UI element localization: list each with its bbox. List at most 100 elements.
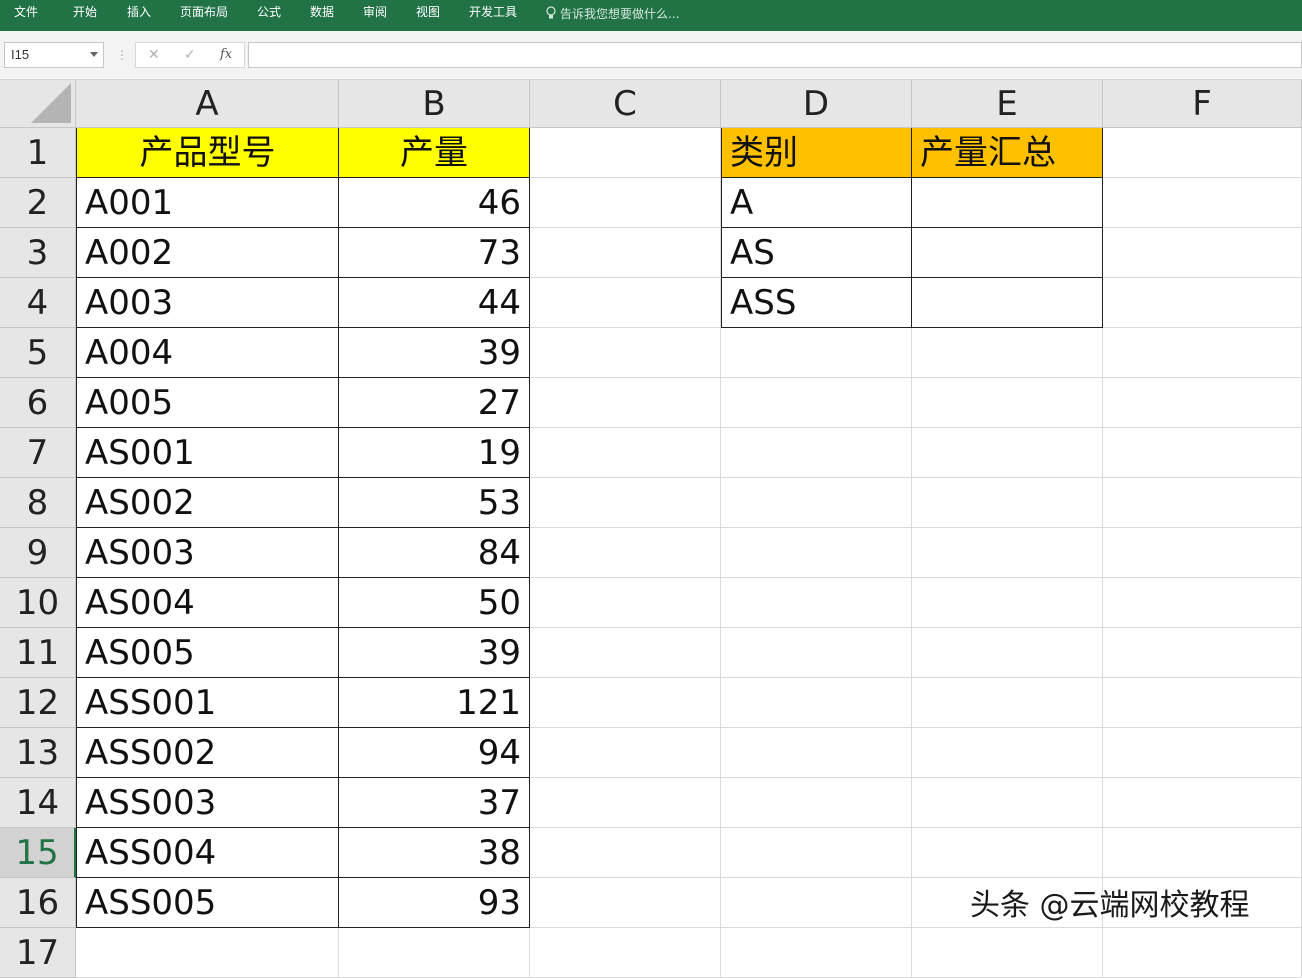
summary-header-total[interactable]: 产量汇总 — [912, 128, 1103, 178]
column-header-b[interactable]: B — [339, 80, 530, 128]
summary-header-category[interactable]: 类别 — [721, 128, 912, 178]
cell-f1[interactable] — [1103, 128, 1302, 178]
cell-c11[interactable] — [530, 628, 721, 678]
cell-d8[interactable] — [721, 478, 912, 528]
row-header-8[interactable]: 8 — [0, 478, 76, 528]
cell-f11[interactable] — [1103, 628, 1302, 678]
tab-formulas[interactable]: 公式 — [257, 5, 281, 19]
tab-file[interactable]: 文件 — [14, 5, 38, 19]
total-cell[interactable] — [912, 278, 1103, 328]
row-header-10[interactable]: 10 — [0, 578, 76, 628]
output-cell[interactable]: 39 — [339, 328, 530, 378]
output-cell[interactable]: 121 — [339, 678, 530, 728]
name-box[interactable]: I15 — [4, 42, 104, 68]
cell-f3[interactable] — [1103, 228, 1302, 278]
row-header-1[interactable]: 1 — [0, 128, 76, 178]
total-cell[interactable] — [912, 178, 1103, 228]
model-cell[interactable]: AS003 — [76, 528, 339, 578]
cell-c10[interactable] — [530, 578, 721, 628]
cell-f8[interactable] — [1103, 478, 1302, 528]
tab-developer[interactable]: 开发工具 — [469, 5, 517, 19]
cell-c8[interactable] — [530, 478, 721, 528]
model-cell[interactable]: A003 — [76, 278, 339, 328]
category-cell[interactable]: ASS — [721, 278, 912, 328]
tell-me-box[interactable]: 告诉我您想要做什么... — [545, 5, 679, 22]
row-header-17[interactable]: 17 — [0, 928, 76, 978]
cell-a17[interactable] — [76, 928, 339, 978]
row-header-16[interactable]: 16 — [0, 878, 76, 928]
cell-e5[interactable] — [912, 328, 1103, 378]
row-header-11[interactable]: 11 — [0, 628, 76, 678]
column-header-d[interactable]: D — [721, 80, 912, 128]
output-cell[interactable]: 53 — [339, 478, 530, 528]
category-cell[interactable]: AS — [721, 228, 912, 278]
cell-e17[interactable] — [912, 928, 1103, 978]
cell-d5[interactable] — [721, 328, 912, 378]
tab-review[interactable]: 审阅 — [363, 5, 387, 19]
model-cell[interactable]: ASS004 — [76, 828, 339, 878]
model-cell[interactable]: ASS001 — [76, 678, 339, 728]
cell-c4[interactable] — [530, 278, 721, 328]
output-cell[interactable]: 73 — [339, 228, 530, 278]
drag-handle-icon[interactable]: ⋮ — [116, 47, 128, 63]
column-header-c[interactable]: C — [530, 80, 721, 128]
cell-c12[interactable] — [530, 678, 721, 728]
cell-e15[interactable] — [912, 828, 1103, 878]
cell-e7[interactable] — [912, 428, 1103, 478]
model-cell[interactable]: A001 — [76, 178, 339, 228]
cell-f7[interactable] — [1103, 428, 1302, 478]
row-header-3[interactable]: 3 — [0, 228, 76, 278]
cell-c1[interactable] — [530, 128, 721, 178]
cell-e10[interactable] — [912, 578, 1103, 628]
column-header-a[interactable]: A — [76, 80, 339, 128]
output-cell[interactable]: 46 — [339, 178, 530, 228]
tab-insert[interactable]: 插入 — [127, 5, 151, 19]
cell-f9[interactable] — [1103, 528, 1302, 578]
cell-e13[interactable] — [912, 728, 1103, 778]
cell-e8[interactable] — [912, 478, 1103, 528]
column-header-f[interactable]: F — [1103, 80, 1302, 128]
model-cell[interactable]: A002 — [76, 228, 339, 278]
model-cell[interactable]: AS002 — [76, 478, 339, 528]
output-cell[interactable]: 19 — [339, 428, 530, 478]
cell-d16[interactable] — [721, 878, 912, 928]
cell-e12[interactable] — [912, 678, 1103, 728]
cell-f6[interactable] — [1103, 378, 1302, 428]
cell-c6[interactable] — [530, 378, 721, 428]
cell-f2[interactable] — [1103, 178, 1302, 228]
output-cell[interactable]: 39 — [339, 628, 530, 678]
formula-input[interactable] — [248, 42, 1302, 68]
cell-c15[interactable] — [530, 828, 721, 878]
cell-c9[interactable] — [530, 528, 721, 578]
output-cell[interactable]: 38 — [339, 828, 530, 878]
insert-function-icon[interactable]: fx — [220, 46, 232, 64]
cell-f14[interactable] — [1103, 778, 1302, 828]
cell-d10[interactable] — [721, 578, 912, 628]
cell-d14[interactable] — [721, 778, 912, 828]
cell-f4[interactable] — [1103, 278, 1302, 328]
row-header-6[interactable]: 6 — [0, 378, 76, 428]
output-cell[interactable]: 27 — [339, 378, 530, 428]
cell-c13[interactable] — [530, 728, 721, 778]
cell-f5[interactable] — [1103, 328, 1302, 378]
cell-c2[interactable] — [530, 178, 721, 228]
model-cell[interactable]: ASS003 — [76, 778, 339, 828]
cell-b17[interactable] — [339, 928, 530, 978]
cell-e9[interactable] — [912, 528, 1103, 578]
model-cell[interactable]: A005 — [76, 378, 339, 428]
cell-d17[interactable] — [721, 928, 912, 978]
cell-d13[interactable] — [721, 728, 912, 778]
cell-c5[interactable] — [530, 328, 721, 378]
cell-d11[interactable] — [721, 628, 912, 678]
model-cell[interactable]: AS004 — [76, 578, 339, 628]
cell-c14[interactable] — [530, 778, 721, 828]
row-header-2[interactable]: 2 — [0, 178, 76, 228]
cell-f12[interactable] — [1103, 678, 1302, 728]
model-cell[interactable]: ASS005 — [76, 878, 339, 928]
table-header-output[interactable]: 产量 — [339, 128, 530, 178]
output-cell[interactable]: 44 — [339, 278, 530, 328]
cell-c17[interactable] — [530, 928, 721, 978]
model-cell[interactable]: AS005 — [76, 628, 339, 678]
tab-data[interactable]: 数据 — [310, 5, 334, 19]
cell-d6[interactable] — [721, 378, 912, 428]
